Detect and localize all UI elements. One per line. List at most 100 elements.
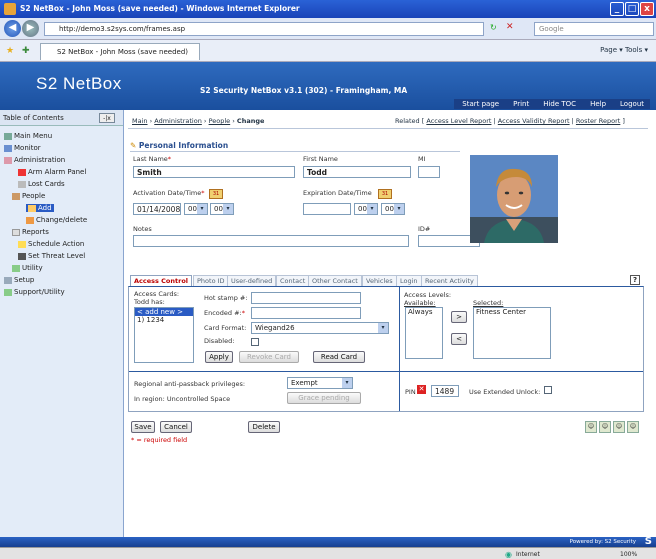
first-name-input[interactable]: Todd [303,166,411,178]
person-icon[interactable]: ☺ [627,421,639,433]
antipassback-select[interactable]: Exempt ▾ [287,377,353,389]
expiration-date-input[interactable] [303,203,351,215]
toc-collapse-button[interactable]: -|x [99,113,115,123]
access-validity-report-link[interactable]: Access Validity Report [498,117,570,125]
mi-input[interactable] [418,166,440,178]
card-format-select[interactable]: Wiegand26 ▾ [251,322,389,334]
add-favorite-icon[interactable]: ✚ [22,46,30,56]
toc-item-support-utility[interactable]: Support/Utility [4,288,65,296]
tab-recent-activity[interactable]: Recent Activity [421,275,478,286]
list-item[interactable]: Always [406,308,442,316]
admin-icon [4,156,12,164]
section-title: ✎ Personal Information [130,141,229,150]
toc-item-lost-cards[interactable]: Lost Cards [18,180,65,188]
apply-button[interactable]: Apply [205,351,233,363]
utility-icon [12,264,20,272]
toc-item-monitor[interactable]: Monitor [4,144,41,152]
toc-item-schedule-action[interactable]: Schedule Action [18,240,84,248]
minimize-icon[interactable]: _ [610,2,624,16]
toc-item-people[interactable]: People [12,192,45,200]
toc-item-utility[interactable]: Utility [12,264,43,272]
disabled-checkbox[interactable] [251,338,259,346]
breadcrumb-people[interactable]: People [209,117,231,125]
menu-logout[interactable]: Logout [620,100,644,109]
list-item[interactable]: Fitness Center [474,308,550,316]
menu-help[interactable]: Help [590,100,606,109]
access-cards-list[interactable]: < add new > 1) 1234 [134,307,194,363]
url-input[interactable]: http://demo3.s2sys.com/frames.asp [44,22,484,36]
toc-item-administration[interactable]: Administration [4,156,65,164]
forward-icon[interactable]: ▶ [22,20,39,37]
activation-hour-select[interactable]: 00 ▾ [184,203,208,215]
stop-icon[interactable]: ✕ [506,22,514,32]
notes-input[interactable] [133,235,409,247]
tab-other-contact[interactable]: Other Contact [308,275,362,286]
help-icon[interactable]: ? [630,275,640,285]
selected-levels-list[interactable]: Fitness Center [473,307,551,359]
save-button[interactable]: Save [131,421,155,433]
tab-login[interactable]: Login [396,275,422,286]
revoke-card-button[interactable]: Revoke Card [239,351,299,363]
grace-pending-button[interactable]: Grace pending [287,392,361,404]
available-levels-list[interactable]: Always [405,307,443,359]
cancel-button[interactable]: Cancel [160,421,192,433]
pin-input[interactable]: 1489 [431,385,459,397]
chevron-down-icon: ▾ [197,204,207,214]
breadcrumb-main[interactable]: Main [132,117,148,125]
ie-toolbar-commands[interactable]: Page ▾ Tools ▾ [600,46,648,54]
home-icon [4,132,12,140]
people-icon [12,192,20,200]
search-input[interactable]: Google [534,22,654,36]
menu-print[interactable]: Print [513,100,529,109]
pin-clear-icon[interactable]: ✕ [417,385,426,394]
hotstamp-label: Hot stamp #: [204,294,248,302]
person-photo[interactable] [470,155,558,243]
remove-level-button[interactable]: < [451,333,467,345]
close-icon[interactable]: x [640,2,654,16]
calendar-icon[interactable]: 31 [378,189,392,199]
activation-date-input[interactable]: 01/14/2008 [133,203,181,215]
delete-button[interactable]: Delete [248,421,280,433]
roster-report-link[interactable]: Roster Report [576,117,620,125]
read-card-button[interactable]: Read Card [313,351,365,363]
back-icon[interactable]: ◀ [4,20,21,37]
menu-hide-toc[interactable]: Hide TOC [543,100,576,109]
last-name-input[interactable]: Smith [133,166,295,178]
list-item-card[interactable]: 1) 1234 [135,316,193,324]
browser-tab[interactable]: S2 NetBox - John Moss (save needed) [40,43,200,60]
maximize-icon[interactable]: □ [625,2,639,16]
toc-item-reports[interactable]: Reports [12,228,49,236]
s2-logo: S [644,536,652,547]
tab-contact[interactable]: Contact [276,275,310,286]
expiration-hour-select[interactable]: 00 ▾ [354,203,378,215]
extended-unlock-label: Use Extended Unlock: [469,388,541,396]
toc-item-change-delete[interactable]: Change/delete [26,216,87,224]
toc-item-arm-alarm-panel[interactable]: Arm Alarm Panel [18,168,86,176]
breadcrumb-administration[interactable]: Administration [154,117,202,125]
tab-user-defined[interactable]: User-defined [227,275,277,286]
activation-minute-select[interactable]: 00 ▾ [210,203,234,215]
toc-item-setup[interactable]: Setup [4,276,34,284]
person-icon[interactable]: ☺ [613,421,625,433]
list-item-add-new[interactable]: < add new > [135,308,193,316]
expiration-minute-select[interactable]: 00 ▾ [381,203,405,215]
refresh-icon[interactable]: ↻ [490,23,497,32]
person-icon[interactable]: ☺ [599,421,611,433]
toc-item-main-menu[interactable]: Main Menu [4,132,52,140]
toc-item-add[interactable]: Add [26,204,54,212]
person-icon[interactable]: ☺ [585,421,597,433]
tab-vehicles[interactable]: Vehicles [362,275,397,286]
app-footer: Powered by: S2 Security S [0,536,656,547]
favorites-star-icon[interactable]: ★ [6,46,14,56]
encoded-input[interactable] [251,307,361,319]
toc-item-set-threat-level[interactable]: Set Threat Level [18,252,85,260]
menu-start-page[interactable]: Start page [462,100,499,109]
hotstamp-input[interactable] [251,292,361,304]
extended-unlock-checkbox[interactable] [544,386,552,394]
add-level-button[interactable]: > [451,311,467,323]
access-level-report-link[interactable]: Access Level Report [426,117,491,125]
tab-photo-id[interactable]: Photo ID [193,275,229,286]
zoom-level[interactable]: 100% [620,551,637,558]
calendar-icon[interactable]: 31 [209,189,223,199]
tab-access-control[interactable]: Access Control [130,275,193,286]
